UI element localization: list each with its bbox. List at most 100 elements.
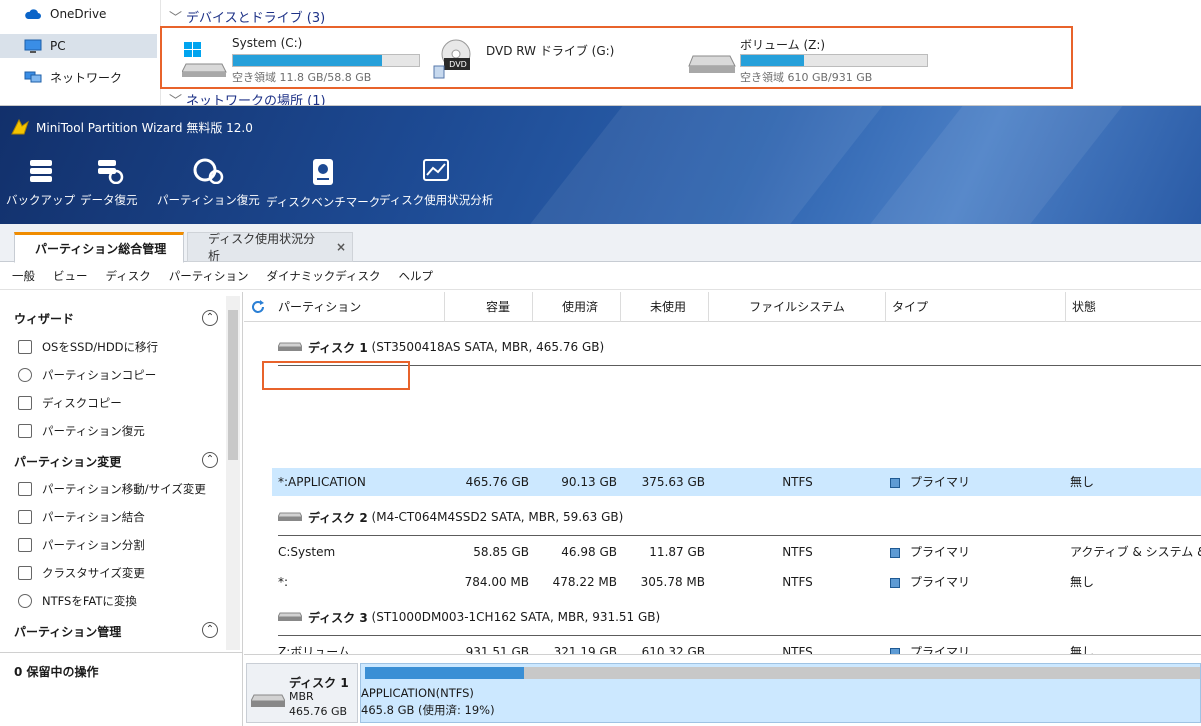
column-header-status[interactable]: 状態 <box>1066 292 1201 322</box>
primary-type-icon <box>890 547 900 558</box>
disk-name: ディスク 1 <box>308 340 368 355</box>
pending-operations-label: 0 保留中の操作 <box>14 665 99 679</box>
sidebar-item-merge[interactable]: パーティション結合 <box>18 509 145 525</box>
cell-capacity: 465.76 GB <box>465 475 529 489</box>
drives-highlight-box: System (C:) 空き領域 11.8 GB/58.8 GB DVD DVD… <box>160 26 1073 89</box>
disk-icon <box>278 612 302 621</box>
toolbar-backup-button[interactable]: バックアップ <box>6 158 75 208</box>
menu-bar: 一般 ビュー ディスク パーティション ダイナミックディスク ヘルプ <box>0 262 1201 290</box>
menu-view[interactable]: ビュー <box>53 268 88 284</box>
column-header-type[interactable]: タイプ <box>886 292 1066 322</box>
sidebar-item-ntfs-to-fat[interactable]: NTFSをFATに変換 <box>18 593 137 609</box>
menu-help[interactable]: ヘルプ <box>398 268 433 284</box>
menu-partition[interactable]: パーティション <box>169 268 249 284</box>
cell-partition: *: <box>278 575 289 589</box>
sidebar-item-copy-disk[interactable]: ディスクコピー <box>18 395 122 411</box>
backup-icon <box>29 160 52 182</box>
refresh-icon[interactable] <box>250 299 266 315</box>
cell-unused: 375.63 GB <box>641 475 705 489</box>
cell-used: 478.22 MB <box>552 575 617 589</box>
app-header: MiniTool Partition Wizard 無料版 12.0 バックアッ… <box>0 106 1201 224</box>
column-header-unused[interactable]: 未使用 <box>621 292 709 322</box>
sidebar-item-copy-partition[interactable]: パーティションコピー <box>18 367 156 383</box>
drive-g[interactable]: DVD DVD RW ドライブ (G:) <box>432 32 632 86</box>
nav-item-pc[interactable]: PC <box>0 34 157 58</box>
menu-dynamic-disk[interactable]: ダイナミックディスク <box>267 268 381 284</box>
drive-name: DVD RW ドライブ (G:) <box>486 44 615 58</box>
table-header: パーティション 容量 使用済 未使用 ファイルシステム タイプ 状態 <box>244 292 1201 322</box>
tab-disk-usage[interactable]: ディスク使用状況分析 × <box>187 232 353 263</box>
app-title: MiniTool Partition Wizard 無料版 12.0 <box>10 118 253 136</box>
data-recovery-icon <box>97 160 123 184</box>
network-icon <box>24 71 42 83</box>
disk-icon <box>278 342 302 351</box>
partition-usage-fill <box>365 667 524 679</box>
sidebar-scrollbar[interactable] <box>226 296 240 650</box>
scrollbar-thumb[interactable] <box>228 310 238 460</box>
collapse-icon[interactable]: ⌃ <box>202 452 218 468</box>
hard-drive-icon <box>688 55 736 73</box>
disk-detail: (ST1000DM003-1CH162 SATA, MBR, 931.51 GB… <box>371 610 661 624</box>
drive-name: System (C:) <box>232 36 303 50</box>
cell-type: プライマリ <box>890 468 970 496</box>
disk-map-name: ディスク 1 <box>289 676 349 690</box>
sidebar-item-cluster-size[interactable]: クラスタサイズ変更 <box>18 565 145 581</box>
table-row[interactable]: *:APPLICATION 465.76 GB 90.13 GB 375.63 … <box>272 468 1201 496</box>
section-title-change-partition: パーティション変更 <box>14 455 122 469</box>
toolbar-partition-recovery-button[interactable]: パーティション復元 <box>157 158 260 208</box>
partition-usage-bar <box>365 667 1200 679</box>
cell-unused: 11.87 GB <box>649 545 705 559</box>
nav-item-onedrive[interactable]: OneDrive <box>0 2 157 26</box>
sidebar-item-move-resize[interactable]: パーティション移動/サイズ変更 <box>18 481 206 497</box>
menu-general[interactable]: 一般 <box>12 268 35 284</box>
sidebar-item-split[interactable]: パーティション分割 <box>18 537 145 553</box>
cell-partition: *:APPLICATION <box>278 475 366 489</box>
table-row[interactable]: *: 784.00 MB 478.22 MB 305.78 MB NTFS プラ… <box>272 568 1201 596</box>
sidebar-item-migrate-os[interactable]: OSをSSD/HDDに移行 <box>18 339 158 355</box>
selected-partition-highlight <box>262 361 410 390</box>
nav-item-label: ネットワーク <box>50 70 123 85</box>
drive-z[interactable]: ボリューム (Z:) 空き領域 610 GB/931 GB <box>688 32 948 86</box>
drive-c[interactable]: System (C:) 空き領域 11.8 GB/58.8 GB <box>178 32 438 86</box>
cell-capacity: 58.85 GB <box>473 545 529 559</box>
divider <box>278 365 1201 366</box>
toolbar-disk-usage-button[interactable]: ディスク使用状況分析 <box>379 158 493 208</box>
column-header-used[interactable]: 使用済 <box>533 292 621 322</box>
table-row[interactable]: C:System 58.85 GB 46.98 GB 11.87 GB NTFS… <box>272 538 1201 566</box>
disk-detail: (M4-CT064M4SSD2 SATA, MBR, 59.63 GB) <box>371 510 624 524</box>
header-decoration <box>481 106 899 224</box>
disk-row[interactable]: ディスク 3 (ST1000DM003-1CH162 SATA, MBR, 93… <box>278 604 1201 636</box>
disk-row[interactable]: ディスク 2 (M4-CT064M4SSD2 SATA, MBR, 59.63 … <box>278 504 1201 536</box>
drive-usage-bar <box>232 54 420 67</box>
disk-map-type: MBR <box>289 690 314 703</box>
computer-icon <box>24 39 42 53</box>
column-header-partition[interactable]: パーティション <box>272 292 445 322</box>
cluster-size-icon <box>18 566 32 580</box>
cell-filesystem: NTFS <box>782 575 813 589</box>
group-header-devices[interactable]: ﹀ デバイスとドライブ (3) <box>169 7 325 26</box>
disk-map-disk-info[interactable]: ディスク 1 MBR 465.76 GB <box>246 663 358 723</box>
disk-name: ディスク 2 <box>308 510 368 525</box>
nav-item-network[interactable]: ネットワーク <box>0 65 157 89</box>
sidebar-item-partition-recovery[interactable]: パーティション復元 <box>18 423 145 439</box>
collapse-icon[interactable]: ⌃ <box>202 310 218 326</box>
section-title-wizard: ウィザード <box>14 312 75 326</box>
collapse-icon[interactable]: ⌃ <box>202 622 218 638</box>
column-header-filesystem[interactable]: ファイルシステム <box>709 292 886 322</box>
tab-partition-management[interactable]: パーティション総合管理 <box>14 232 184 263</box>
disk-benchmark-icon <box>313 159 334 185</box>
cell-used: 46.98 GB <box>561 545 617 559</box>
disk-row[interactable]: ディスク 1 (ST3500418AS SATA, MBR, 465.76 GB… <box>278 334 1201 366</box>
column-header-capacity[interactable]: 容量 <box>445 292 533 322</box>
primary-type-icon <box>890 477 900 488</box>
chevron-down-icon: ﹀ <box>169 11 183 26</box>
menu-disk[interactable]: ディスク <box>106 268 151 284</box>
dvd-drive-icon <box>433 39 471 79</box>
divider <box>278 635 1201 636</box>
close-icon[interactable]: × <box>336 240 346 254</box>
disk-map-partition[interactable]: APPLICATION(NTFS) 465.8 GB (使用済: 19%) <box>360 663 1201 723</box>
toolbar-data-recovery-button[interactable]: データ復元 <box>80 158 138 208</box>
toolbar-disk-benchmark-button[interactable]: ディスクベンチマーク <box>266 158 380 210</box>
drive-name: ボリューム (Z:) <box>740 38 826 52</box>
file-explorer: OneDrive PC ネットワーク ﹀ デバイスとドライブ (3) ﹀ ネットワー… <box>0 0 1201 109</box>
